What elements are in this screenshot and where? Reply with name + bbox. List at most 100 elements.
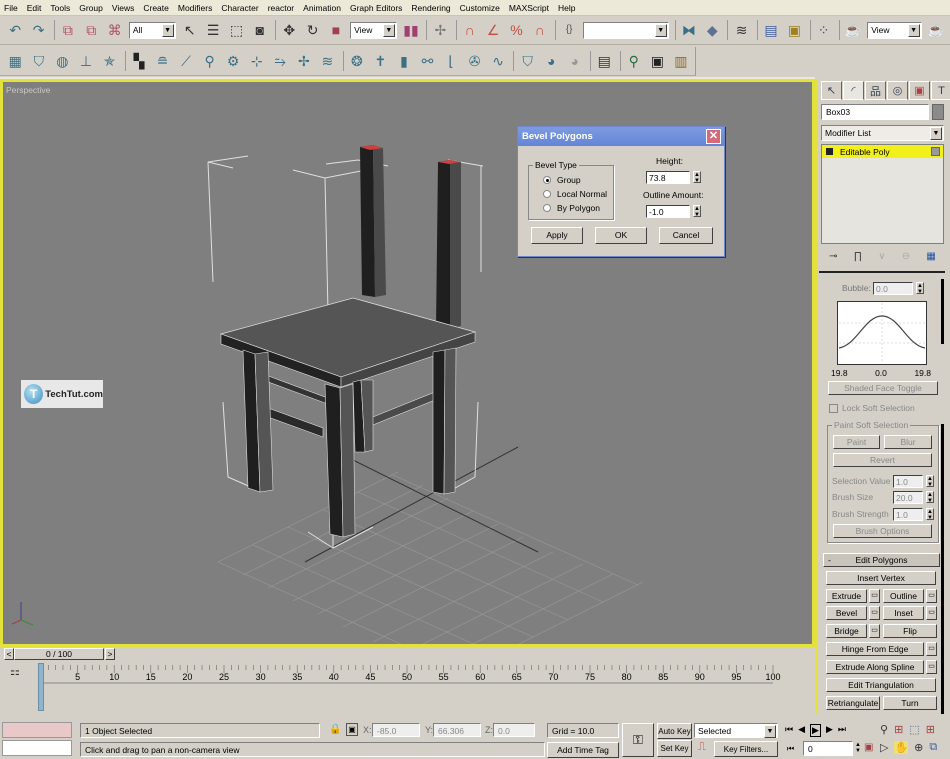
tab-utilities-icon[interactable]: T (931, 81, 950, 100)
outline-amount-spinner[interactable]: -1.0 ▲ ▼ (646, 204, 701, 218)
mirror-icon[interactable]: ⧓ (680, 21, 698, 40)
brush-strength-spinner[interactable]: 1.0 ▲ ▼ (893, 507, 934, 521)
field-of-view-icon[interactable]: ▷ (880, 741, 888, 754)
bubble-input[interactable]: 0.0 (873, 281, 913, 295)
spinner-arrows-icon[interactable]: ▲ ▼ (693, 171, 701, 184)
remove-modifier-icon[interactable]: ⊖ (902, 251, 910, 262)
select-by-name-icon[interactable]: ☰ (204, 21, 222, 40)
play-icon[interactable]: ▶ (810, 724, 821, 737)
menu-file[interactable]: File (4, 3, 18, 13)
insert-vertex-button[interactable]: Insert Vertex (826, 571, 936, 585)
angle-snap-icon[interactable]: ∠ (484, 21, 502, 40)
ik-icon[interactable]: ⌊ (442, 52, 461, 71)
zoom-extents-all-icon[interactable]: ⊞ (926, 723, 935, 736)
object-name-field[interactable]: Box03 (821, 104, 929, 120)
extrude-spline-settings-icon[interactable]: ▭ (926, 660, 937, 674)
ripple-icon[interactable]: ≋ (318, 52, 337, 71)
radio-local-normal[interactable]: Local Normal (543, 187, 607, 201)
layers-icon[interactable]: ≘ (153, 52, 172, 71)
fan-icon[interactable]: ✢ (295, 52, 314, 71)
menu-create[interactable]: Create (143, 3, 169, 13)
blur-button[interactable]: Blur (884, 435, 932, 449)
menu-character[interactable]: Character (221, 3, 258, 13)
menu-rendering[interactable]: Rendering (411, 3, 450, 13)
render-frame-icon[interactable]: ▣ (648, 52, 667, 71)
spinner-arrows-icon[interactable]: ▲ ▼ (693, 205, 701, 218)
menu-modifiers[interactable]: Modifiers (178, 3, 212, 13)
shaded-face-toggle-button[interactable]: Shaded Face Toggle (828, 381, 938, 395)
gear-icon[interactable]: ⚙ (224, 52, 243, 71)
bridge-button[interactable]: Bridge (826, 624, 867, 638)
outline-button[interactable]: Outline (883, 589, 924, 603)
current-frame-field[interactable]: 0 (803, 741, 853, 756)
close-icon[interactable]: ✕ (706, 129, 721, 144)
retriangulate-button[interactable]: Retriangulate (826, 696, 880, 710)
set-key-mode-key-icon[interactable]: ⚿ (622, 723, 654, 757)
redo-icon[interactable]: ↷ (29, 21, 47, 40)
menu-help[interactable]: Help (558, 3, 575, 13)
radio-by-polygon[interactable]: By Polygon (543, 201, 607, 215)
door-icon[interactable]: ▮ (395, 52, 414, 71)
scale-icon[interactable]: ■ (327, 21, 345, 40)
unlink-icon[interactable]: ⧉ (82, 21, 100, 40)
brush-size-spinner[interactable]: 20.0 ▲ ▼ (893, 490, 934, 504)
menu-tools[interactable]: Tools (50, 3, 70, 13)
named-selection-dropdown[interactable]: ▼ (583, 21, 669, 39)
dialog-title-bar[interactable]: Bevel Polygons ✕ (518, 127, 724, 146)
pan-hand-icon[interactable]: ✋ (894, 741, 909, 754)
snap-3d-icon[interactable]: ∩ (461, 21, 479, 40)
tab-display-icon[interactable]: ▣ (909, 81, 930, 100)
key-mode-toggle-icon[interactable]: ⏮ (787, 744, 794, 754)
brush-options-button[interactable]: Brush Options (833, 524, 932, 538)
track-bar[interactable]: ⚏ 05101520253035404550556065707580859095… (0, 661, 815, 713)
key-mode-dropdown[interactable]: Selected ▼ (694, 723, 778, 738)
material-m-icon[interactable]: ◕ (542, 52, 561, 71)
zoom-extents-icon[interactable]: ⬚ (909, 723, 919, 736)
menu-customize[interactable]: Customize (460, 3, 500, 13)
menu-graph-editors[interactable]: Graph Editors (350, 3, 402, 13)
menu-edit[interactable]: Edit (27, 3, 42, 13)
pin-stack-icon[interactable]: ⊸ (829, 251, 837, 262)
inset-settings-icon[interactable]: ▭ (926, 606, 937, 620)
outline-settings-icon[interactable]: ▭ (926, 589, 937, 603)
biped-icon[interactable]: ✝ (371, 52, 390, 71)
spinner-arrows-icon[interactable]: ▲ ▼ (926, 508, 934, 521)
stack-item-editable-poly[interactable]: Editable Poly (822, 145, 943, 158)
stack-item-toggle-icon[interactable] (931, 147, 940, 156)
wind-icon[interactable]: ⥲ (271, 52, 290, 71)
render-view-dropdown[interactable]: View ▼ (867, 21, 922, 39)
brush-size-input[interactable]: 20.0 (893, 490, 923, 504)
wheel-icon[interactable]: ✇ (465, 52, 484, 71)
plane-icon[interactable]: ⊥ (77, 52, 96, 71)
menu-group[interactable]: Group (79, 3, 103, 13)
tab-hierarchy-icon[interactable]: 品 (865, 81, 886, 100)
morph-icon[interactable]: ❂ (348, 52, 367, 71)
box-icon[interactable]: ▦ (6, 52, 25, 71)
y-coordinate-field[interactable]: 66.306 (433, 723, 481, 737)
rect-selection-icon[interactable]: ⬚ (227, 21, 245, 40)
panel-scrollbar[interactable] (941, 279, 944, 344)
edit-triangulation-button[interactable]: Edit Triangulation (826, 678, 936, 692)
manipulate-icon[interactable]: ✢ (431, 21, 449, 40)
radio-group[interactable]: Group (543, 173, 607, 187)
render-film-icon[interactable]: ▥ (672, 52, 691, 71)
spinner-arrows-icon[interactable]: ▲ ▼ (916, 282, 924, 295)
hinge-settings-icon[interactable]: ▭ (926, 642, 937, 656)
tab-create-icon[interactable]: ↖ (821, 81, 842, 100)
absolute-mode-icon[interactable]: ▣ (346, 723, 358, 736)
rotate-icon[interactable]: ↻ (303, 21, 321, 40)
percent-snap-icon[interactable]: % (507, 21, 525, 40)
configure-sets-icon[interactable]: ▦ (926, 251, 935, 262)
schematic-view-icon[interactable]: ▣ (785, 21, 803, 40)
link-icon[interactable]: ⚯ (418, 52, 437, 71)
move-icon[interactable]: ✥ (280, 21, 298, 40)
maxscript-listener-mini[interactable] (2, 722, 72, 738)
selection-value-input[interactable]: 1.0 (893, 474, 923, 488)
edit-named-selection-icon[interactable]: {} (560, 21, 578, 40)
checker-icon[interactable]: ▚ (130, 52, 149, 71)
extrude-button[interactable]: Extrude (826, 589, 867, 603)
extrude-settings-icon[interactable]: ▭ (869, 589, 880, 603)
menu-reactor[interactable]: reactor (268, 3, 294, 13)
show-end-result-icon[interactable]: ∏ (854, 251, 862, 262)
height-input[interactable]: 73.8 (646, 170, 690, 184)
